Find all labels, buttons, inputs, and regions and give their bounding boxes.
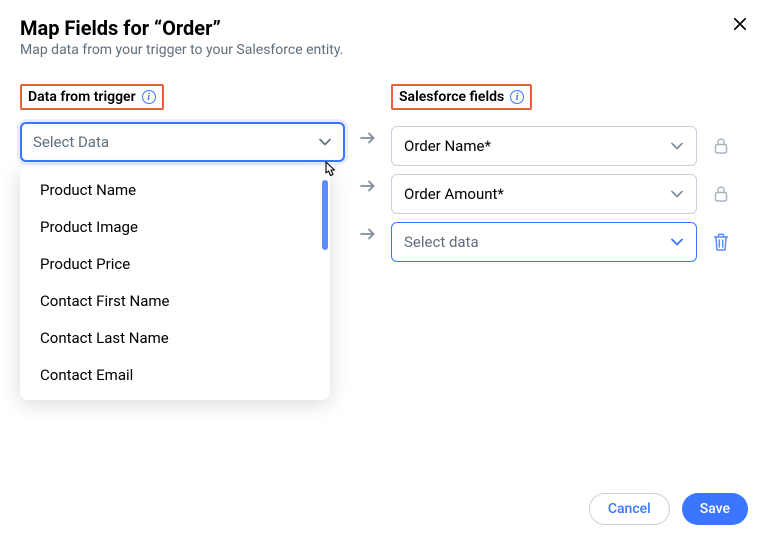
salesforce-field-value: Order Amount* bbox=[404, 185, 504, 203]
lock-icon bbox=[711, 184, 731, 204]
trigger-data-header: Data from trigger i bbox=[20, 84, 164, 110]
dialog-subtitle: Map data from your trigger to your Sales… bbox=[20, 42, 748, 58]
save-button[interactable]: Save bbox=[682, 493, 748, 525]
dropdown-option[interactable]: Product Name bbox=[20, 172, 330, 209]
salesforce-fields-label: Salesforce fields bbox=[399, 89, 504, 105]
salesforce-fields-header: Salesforce fields i bbox=[391, 84, 532, 110]
salesforce-field-select[interactable]: Order Name* bbox=[391, 126, 697, 166]
arrow-right-icon bbox=[359, 131, 377, 145]
dropdown-option[interactable]: Product Price bbox=[20, 246, 330, 283]
salesforce-field-select[interactable]: Order Amount* bbox=[391, 174, 697, 214]
chevron-down-icon bbox=[670, 139, 684, 153]
scrollbar-thumb[interactable] bbox=[322, 180, 328, 250]
chevron-down-icon bbox=[318, 135, 332, 149]
arrow-right-icon bbox=[359, 179, 377, 193]
trigger-data-dropdown: Product Name Product Image Product Price… bbox=[20, 166, 330, 400]
dropdown-option[interactable]: Product Image bbox=[20, 209, 330, 246]
info-icon[interactable]: i bbox=[142, 90, 156, 104]
map-arrow bbox=[359, 210, 377, 258]
info-icon[interactable]: i bbox=[510, 90, 524, 104]
trigger-data-label: Data from trigger bbox=[28, 89, 136, 105]
map-arrow bbox=[359, 114, 377, 162]
close-icon bbox=[731, 15, 749, 33]
lock-icon bbox=[711, 136, 731, 156]
trash-icon bbox=[713, 233, 729, 251]
dropdown-option[interactable]: Contact Last Name bbox=[20, 320, 330, 357]
salesforce-field-value: Order Name* bbox=[404, 137, 491, 155]
trigger-data-placeholder: Select Data bbox=[33, 133, 109, 151]
arrow-right-icon bbox=[359, 227, 377, 241]
delete-row-button[interactable] bbox=[711, 232, 731, 252]
trigger-data-select[interactable]: Select Data bbox=[20, 122, 345, 162]
close-button[interactable] bbox=[728, 12, 752, 36]
salesforce-field-placeholder: Select data bbox=[404, 233, 479, 251]
dropdown-option[interactable]: Contact Email bbox=[20, 357, 330, 394]
salesforce-field-select[interactable]: Select data bbox=[391, 222, 697, 262]
cancel-button[interactable]: Cancel bbox=[589, 493, 670, 525]
chevron-down-icon bbox=[670, 235, 684, 249]
dropdown-option[interactable]: Contact First Name bbox=[20, 283, 330, 320]
map-arrow bbox=[359, 162, 377, 210]
chevron-down-icon bbox=[670, 187, 684, 201]
dialog-title: Map Fields for “Order” bbox=[20, 16, 748, 40]
